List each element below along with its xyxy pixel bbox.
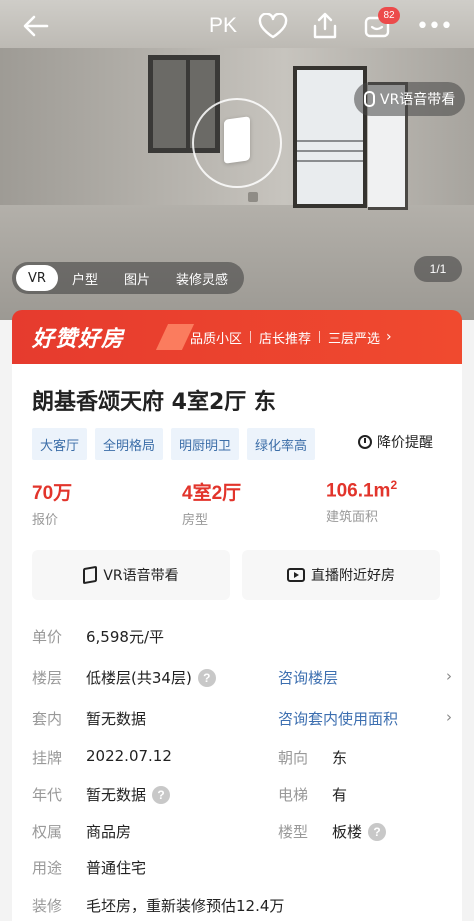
promo-logo-slash [155,324,195,350]
info-row-usage: 用途 普通住宅 [32,857,452,881]
info-key: 装修 [32,897,63,915]
chevron-right-icon[interactable]: › [446,667,452,685]
alarm-clock-icon [358,435,372,449]
promo-logo: 好赞好房 [12,310,195,364]
price-drop-alert-label: 降价提醒 [377,435,433,451]
vr-voice-tour-pill[interactable]: VR语音带看 [354,82,466,116]
feature-tag: 全明格局 [95,428,164,460]
vr-hotspot-icon[interactable] [224,116,250,164]
info-row-listed: 挂牌 2022.07.12 朝向 东 [32,747,452,771]
photo-wall-switch [248,192,258,202]
chevron-right-icon: › [386,329,392,345]
info-row-floor: 楼层 低楼层(共34层) ? 咨询楼层 › [32,667,452,691]
promo-item: 三层严选 [328,331,381,347]
ask-floor-link[interactable]: 咨询楼层 [278,667,338,688]
stat-area: 106.1m2 建筑面积 [326,478,397,525]
info-value-year: 暂无数据 ? [86,784,171,805]
key-stats: 70万 报价 4室2厅 房型 106.1m2 建筑面积 [32,478,452,532]
stat-price-label: 报价 [32,513,59,528]
share-icon[interactable] [308,10,342,42]
info-row-year: 年代 暂无数据 ? 电梯 有 [32,784,452,808]
ask-inner-area-link[interactable]: 咨询套内使用面积 [278,708,398,729]
info-value-floor: 低楼层(共34层) ? [86,667,216,688]
info-value: 商品房 [86,823,132,841]
info-value: 有 [332,786,348,804]
promo-item: 品质小区 [190,331,243,347]
promo-separator [242,331,259,343]
vr-cube-icon [83,565,98,585]
live-nearby-button-label: 直播附近好房 [311,568,395,584]
feature-tags: 大客厅 全明格局 明厨明卫 绿化率高 [32,428,316,460]
live-play-icon [287,568,305,582]
stat-price: 70万 报价 [32,478,72,528]
info-value: 暂无数据 [86,710,147,728]
question-icon[interactable]: ? [368,822,387,841]
stat-area-superscript: 2 [390,478,398,492]
tab-photos[interactable]: 图片 [112,265,162,291]
info-value: 6,598元/平 [86,628,164,646]
photo-counter: 1/1 [414,256,462,282]
info-key: 年代 [32,786,63,804]
promo-item: 店长推荐 [259,331,312,347]
microphone-icon [364,91,375,107]
promo-logo-text: 好赞好房 [32,327,125,352]
promo-banner[interactable]: 好赞好房 品质小区 店长推荐 三层严选 › [12,310,462,364]
house-photo[interactable]: PK 82 ••• VR语音带看 VR 户型 图片 装修灵感 1/1 [0,0,474,320]
promo-separator [311,331,328,343]
stat-area-number: 106.1m [326,480,391,502]
info-row-unit-price: 单价 6,598元/平 [32,626,452,650]
vr-voice-tour-button-label: VR语音带看 [103,568,179,584]
info-value-building: 板楼 ? [332,821,387,842]
tab-vr[interactable]: VR [16,265,58,291]
info-key: 权属 [32,823,63,841]
info-value: 低楼层(共34层) [86,669,192,687]
info-value: 东 [332,749,348,767]
chevron-right-icon[interactable]: › [446,708,452,726]
info-key: 单价 [32,628,63,646]
info-key: 楼型 [278,823,309,841]
info-value: 板楼 [332,823,363,841]
feature-tag: 明厨明卫 [171,428,240,460]
info-key: 电梯 [278,786,309,804]
vr-voice-tour-label: VR语音带看 [380,92,456,108]
info-value: 暂无数据 [86,786,147,804]
promo-items: 品质小区 店长推荐 三层严选 › [190,328,392,347]
photo-balcony-door [293,66,367,208]
feature-tag: 大客厅 [32,428,88,460]
feature-tag: 绿化率高 [247,428,316,460]
pk-button[interactable]: PK [203,10,243,42]
info-row-ownership: 权属 商品房 楼型 板楼 ? [32,821,452,845]
stat-layout-value: 4室2厅 [182,483,242,504]
message-count-badge: 82 [378,7,400,24]
favorite-heart-icon[interactable] [256,10,290,42]
back-arrow-icon[interactable] [18,10,54,42]
listing-card: 朗基香颂天府 4室2厅 东 大客厅 全明格局 明厨明卫 绿化率高 降价提醒 70… [12,364,462,921]
price-drop-alert-button[interactable]: 降价提醒 [358,432,433,452]
question-icon[interactable]: ? [197,668,216,687]
info-key: 朝向 [278,749,309,767]
stat-layout: 4室2厅 房型 [182,478,241,528]
media-tabs: VR 户型 图片 装修灵感 [12,262,244,294]
stat-area-label: 建筑面积 [326,510,379,526]
info-value: 普通住宅 [86,859,147,877]
stat-layout-label: 房型 [182,513,209,528]
info-row-decoration: 装修 毛坯房，重新装修预估12.4万 [32,895,452,919]
info-key: 用途 [32,859,63,877]
vr-voice-tour-button[interactable]: VR语音带看 [32,550,230,600]
stat-area-value: 106.1m2 [326,478,397,502]
info-key: 挂牌 [32,749,63,767]
listing-title: 朗基香颂天府 4室2厅 东 [32,390,276,415]
info-key: 楼层 [32,669,63,687]
info-value: 毛坯房，重新装修预估12.4万 [86,897,285,915]
info-key: 套内 [32,710,63,728]
stat-price-value: 70万 [32,483,73,504]
live-nearby-button[interactable]: 直播附近好房 [242,550,440,600]
tab-decoration-ideas[interactable]: 装修灵感 [164,265,240,291]
tab-floorplan[interactable]: 户型 [60,265,110,291]
more-dots-icon[interactable]: ••• [416,10,453,42]
info-row-inner-area: 套内 暂无数据 咨询套内使用面积 › [32,708,452,732]
info-value: 2022.07.12 [86,747,172,765]
question-icon[interactable]: ? [152,785,171,804]
